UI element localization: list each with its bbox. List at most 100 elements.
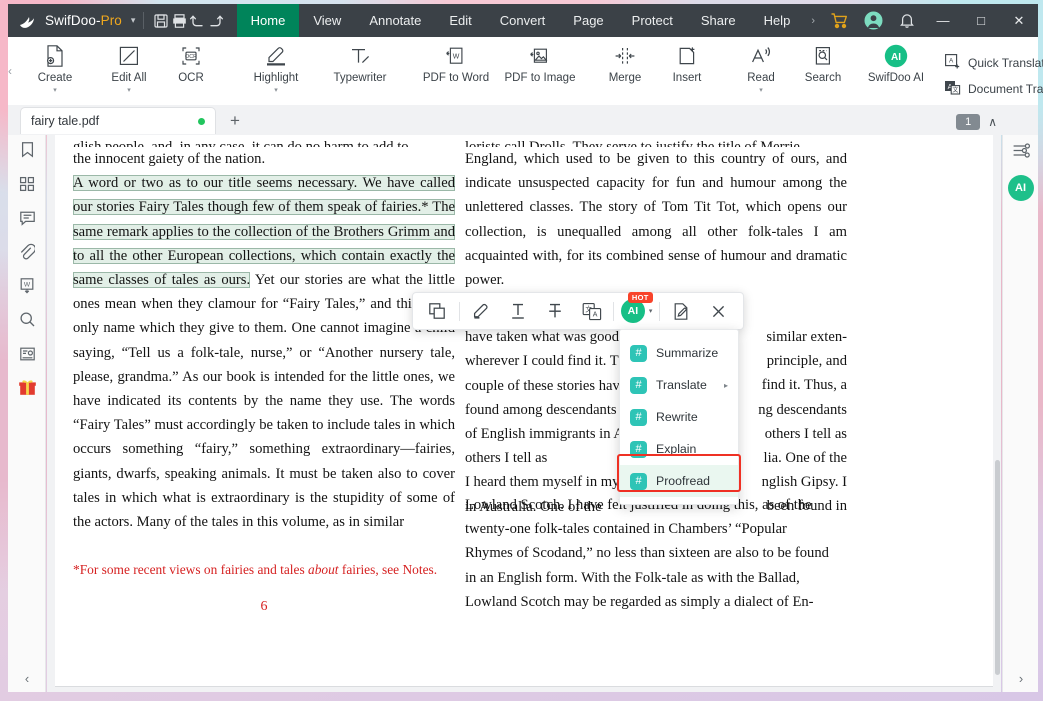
undo-icon[interactable]: [188, 4, 206, 37]
highlight-pen-icon: [263, 43, 289, 69]
swifdoo-pro-window: SwifDoo-Pro ▾ Home View Annotate Edit Co…: [0, 0, 1043, 701]
strikethrough-icon[interactable]: [536, 293, 573, 329]
save-icon[interactable]: [152, 4, 170, 37]
document-tab-fairy-tale[interactable]: fairy tale.pdf: [20, 107, 216, 134]
ribbon-button-typewriter[interactable]: Typewriter: [318, 37, 402, 85]
ai-chevron-down-icon[interactable]: ▾: [649, 307, 653, 315]
right-para-1: England, which used to be given to this …: [465, 151, 847, 289]
ai-menu-item-translate[interactable]: # Translate ▸: [620, 369, 738, 401]
ribbon-collapse-left-icon[interactable]: ‹: [8, 37, 12, 105]
ai-menu-item-proofread[interactable]: # Proofread: [620, 465, 738, 497]
translate-icon[interactable]: 文A: [573, 293, 610, 329]
menu-page[interactable]: Page: [559, 4, 617, 37]
sidebar-item-bookmarks[interactable]: [8, 135, 46, 169]
sidebar-item-search[interactable]: [8, 305, 46, 339]
ribbon-button-quick-translation[interactable]: A Quick Translation: [944, 53, 1043, 73]
redo-icon[interactable]: [207, 4, 225, 37]
menu-overflow-chevron-icon[interactable]: ›: [804, 4, 822, 37]
ribbon-toolbar: ‹ Create ▾ Edit All ▾ OCR OCR Highlight …: [8, 37, 1043, 105]
ai-actions-menu: # Summarize # Translate ▸ # Rewrite # Ex…: [619, 329, 739, 505]
window-maximize-button[interactable]: □: [962, 4, 1000, 37]
footnote-italic-word: about: [308, 562, 339, 578]
sidebar-item-word-export[interactable]: W: [8, 271, 46, 305]
ai-menu-item-explain[interactable]: # Explain: [620, 433, 738, 465]
right-line-10: in an English form. With the Folk-tale a…: [465, 569, 800, 586]
search-doc-icon: [812, 43, 834, 69]
notification-bell-icon[interactable]: [890, 4, 924, 37]
ai-menu-item-summarize[interactable]: # Summarize: [620, 337, 738, 369]
vertical-scrollbar[interactable]: [995, 460, 1000, 675]
sidebar-item-ai-assistant[interactable]: AI: [1007, 175, 1034, 201]
app-title: SwifDoo-Pro: [45, 13, 122, 28]
menu-share[interactable]: Share: [687, 4, 750, 37]
right-line-11: Lowland Scotch may be regarded as simply…: [465, 593, 814, 610]
sidebar-item-comments[interactable]: [8, 203, 46, 237]
ribbon-button-highlight[interactable]: Highlight ▾: [234, 37, 318, 94]
sparkle-icon: #: [630, 472, 647, 490]
close-icon[interactable]: [700, 293, 737, 329]
highlight-dropdown-caret-icon[interactable]: ▾: [274, 87, 278, 94]
brand-chevron-down-icon[interactable]: ▾: [131, 15, 136, 26]
highlight-icon[interactable]: [463, 293, 500, 329]
thumbnails-icon: [19, 176, 35, 197]
ribbon-group-page: Merge Insert: [594, 37, 718, 105]
sidebar-item-stamp[interactable]: [8, 339, 46, 373]
ribbon-button-create[interactable]: Create ▾: [24, 37, 86, 94]
ribbon-button-ocr[interactable]: OCR OCR: [160, 37, 222, 85]
ribbon-button-document-translation[interactable]: A文 Document Translation: [944, 79, 1043, 99]
copy-icon[interactable]: [419, 293, 456, 329]
sidebar-item-display-settings[interactable]: [1003, 135, 1039, 171]
ribbon-label-quick-translation: Quick Translation: [968, 56, 1043, 70]
menu-view[interactable]: View: [299, 4, 355, 37]
menu-home[interactable]: Home: [236, 4, 300, 37]
sparkle-icon: #: [630, 408, 647, 426]
right-column-tail: Lowland Scotch. I have felt justified in…: [465, 493, 847, 614]
ocr-icon: OCR: [180, 43, 202, 69]
ribbon-button-pdf-to-word[interactable]: W PDF to Word: [414, 37, 498, 85]
app-brand[interactable]: SwifDoo-Pro ▾: [8, 4, 135, 37]
edit-all-dropdown-caret-icon[interactable]: ▾: [127, 87, 131, 94]
main-menu-bar: Home View Annotate Edit Convert Page Pro…: [236, 4, 822, 37]
menu-convert[interactable]: Convert: [486, 4, 560, 37]
ribbon-button-read[interactable]: Read ▾: [730, 37, 792, 94]
left-column-body: the innocent gaiety of the nation. A wor…: [73, 147, 455, 619]
footnote: *For some recent views on fairies and ta…: [73, 558, 455, 581]
float-ai-button[interactable]: AI HOT ▾: [617, 292, 657, 323]
ribbon-button-search[interactable]: Search: [792, 37, 854, 85]
menu-help[interactable]: Help: [750, 4, 805, 37]
new-tab-button[interactable]: +: [230, 111, 240, 131]
current-page-indicator[interactable]: 1: [956, 114, 981, 130]
ribbon-label-ocr: OCR: [178, 72, 204, 84]
menu-edit[interactable]: Edit: [435, 4, 485, 37]
ribbon-button-insert[interactable]: Insert: [656, 37, 718, 85]
left-para-1-tail: the innocent gaiety of the nation.: [73, 151, 266, 167]
ribbon-button-edit-all[interactable]: Edit All ▾: [98, 37, 160, 94]
ribbon-button-merge[interactable]: Merge: [594, 37, 656, 85]
window-close-button[interactable]: ✕: [1000, 4, 1038, 37]
ribbon-group-ai: Read ▾ Search AI SwifDoo AI: [730, 37, 938, 105]
print-icon[interactable]: [170, 4, 188, 37]
ai-menu-item-rewrite[interactable]: # Rewrite: [620, 401, 738, 433]
user-avatar-icon[interactable]: [856, 4, 890, 37]
menu-protect[interactable]: Protect: [618, 4, 687, 37]
sidebar-item-attachments[interactable]: [8, 237, 46, 271]
pdf-to-image-icon: [528, 43, 552, 69]
sidebar-item-gift[interactable]: [8, 373, 46, 407]
left-sidebar-collapse-button[interactable]: ‹: [8, 671, 46, 686]
menu-annotate[interactable]: Annotate: [355, 4, 435, 37]
sidebar-item-thumbnails[interactable]: [8, 169, 46, 203]
page-number-label: 6: [260, 599, 268, 615]
edit-text-icon[interactable]: [663, 293, 700, 329]
titlebar-right-group: — □ ✕: [822, 4, 1038, 37]
page-up-chevron-icon[interactable]: ∧: [988, 115, 997, 129]
right-sidebar-expand-button[interactable]: ›: [1003, 671, 1039, 686]
underline-icon[interactable]: [500, 293, 537, 329]
window-minimize-button[interactable]: —: [924, 4, 962, 37]
document-viewport[interactable]: glish people, and, in any case, it can d…: [47, 135, 1001, 692]
read-dropdown-caret-icon[interactable]: ▾: [759, 87, 763, 94]
ribbon-button-swifdoo-ai[interactable]: AI SwifDoo AI: [854, 37, 938, 85]
cart-icon[interactable]: [822, 4, 856, 37]
create-dropdown-caret-icon[interactable]: ▾: [53, 87, 57, 94]
document-tab-strip: fairy tale.pdf +: [8, 105, 1038, 135]
ribbon-button-pdf-to-image[interactable]: PDF to Image: [498, 37, 582, 85]
